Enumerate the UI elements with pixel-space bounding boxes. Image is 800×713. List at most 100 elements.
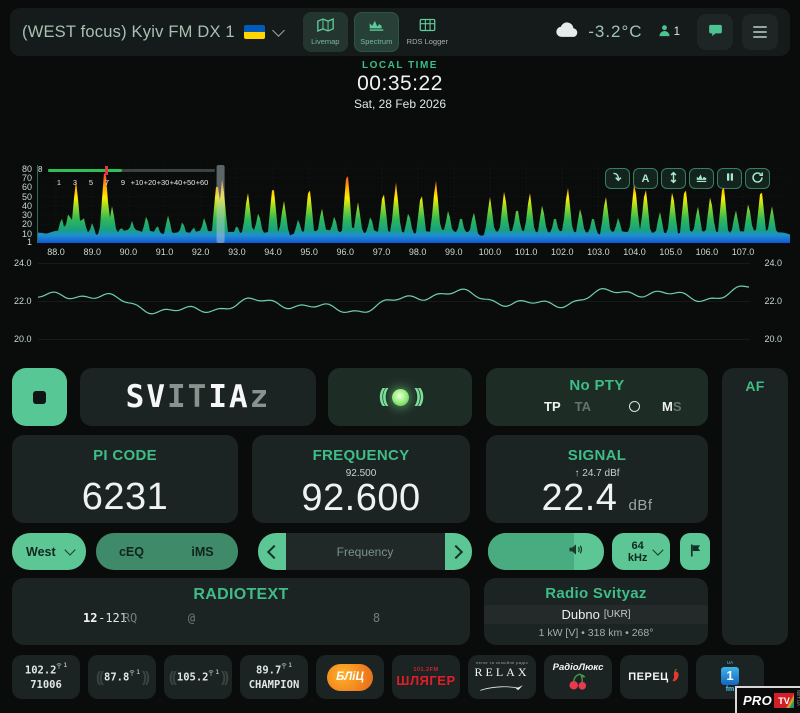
spectrum-graph-button[interactable] (689, 168, 714, 189)
frequency-tuner (258, 533, 472, 570)
ps-char: T (188, 379, 209, 415)
spectrum-analyzer: 80706050403020101 88.089.090.091.092.093… (0, 158, 800, 260)
spectrum-graph-icon (695, 172, 708, 186)
preset-pi-or-name: 71006 (30, 678, 62, 692)
volume-fill (488, 533, 574, 570)
volume-slider[interactable] (488, 533, 604, 570)
radiotext-label: RADIOTEXT (12, 586, 470, 604)
spectrum-x-tick: 93.0 (228, 247, 246, 257)
ims-button[interactable]: iMS (167, 533, 238, 570)
ceq-button[interactable]: cEQ (96, 533, 167, 570)
antenna-icon: 1 (281, 662, 292, 670)
nav-label: Livemap (311, 37, 339, 46)
stereo-indicator-panel: (( )) (328, 368, 472, 426)
preset-button-87.8[interactable]: ((87.81)) (88, 655, 156, 699)
signal-unit: dBf (629, 497, 653, 514)
spectrum-x-tick: 100.0 (479, 247, 502, 257)
spectrum-x-tick: 101.0 (515, 247, 538, 257)
radiotext-segment: 12 (83, 611, 97, 625)
antenna-icon: 1 (56, 662, 67, 670)
tune-down-button[interactable] (258, 533, 286, 570)
pause-button[interactable] (717, 168, 742, 189)
server-selector[interactable]: (WEST focus) Kyiv FM DX 1 (22, 23, 283, 42)
region-select[interactable]: West (12, 533, 86, 570)
arrows-vertical-button[interactable] (661, 168, 686, 189)
tune-up-button[interactable] (445, 533, 473, 570)
ta-flag: TA (575, 399, 591, 414)
ukraine-flag-icon (244, 25, 265, 39)
refresh-button[interactable] (745, 168, 770, 189)
arrow-down-curve-button[interactable] (605, 168, 630, 189)
listener-counter: 1 (658, 24, 680, 40)
preset-button-lux[interactable]: РадіоЛюкс (544, 655, 612, 699)
station-city-row: Dubno [UKR] (484, 605, 708, 624)
bandwidth-select[interactable]: 64 kHz (612, 533, 670, 570)
preset-button-blitz[interactable]: БЛіЦ (316, 655, 384, 699)
chevron-down-icon (272, 24, 285, 37)
ps-char: S (126, 379, 147, 415)
nav-rds-logger-button[interactable]: RDS Logger (405, 12, 450, 52)
pepper-icon (670, 669, 680, 685)
audio-stop-button[interactable] (12, 368, 67, 426)
ms-m-flag: M (662, 399, 673, 414)
spectrum-x-tick: 94.0 (264, 247, 282, 257)
stereo-dot-icon (392, 389, 409, 406)
chevron-down-icon (64, 544, 75, 555)
menu-button[interactable] (742, 14, 778, 50)
chat-button[interactable] (697, 14, 733, 50)
server-title: (WEST focus) Kyiv FM DX 1 (22, 23, 235, 42)
preset-button-perets[interactable]: ПЕРЕЦ (620, 655, 688, 699)
nav-livemap-button[interactable]: Livemap (303, 12, 348, 52)
radiotext-segment: 8 (373, 611, 380, 625)
slider-tick: 3 (73, 178, 77, 187)
flag-button[interactable] (680, 533, 710, 570)
ms-s-flag: S (673, 399, 682, 414)
preset-button-89.7[interactable]: 89.71CHAMPION (240, 655, 308, 699)
spectrum-x-tick: 99.0 (445, 247, 463, 257)
preset-button-105.2[interactable]: ((105.21)) (164, 655, 232, 699)
slider-tick: 1 (57, 178, 61, 187)
local-time-value: 00:35:22 (0, 72, 800, 96)
spectrum-x-tick: 91.0 (156, 247, 174, 257)
chart-icon (368, 18, 385, 35)
header-nav: Livemap Spectrum RDS Logger (303, 12, 450, 52)
nav-spectrum-button[interactable]: Spectrum (354, 12, 399, 52)
slider-value: 8 (38, 165, 42, 174)
frequency-input[interactable] (286, 533, 445, 570)
spectrum-x-tick: 98.0 (409, 247, 427, 257)
swoosh-icon (477, 680, 527, 695)
preset-button-102.2[interactable]: 102.2171006 (12, 655, 80, 699)
preset-button-shlyager[interactable]: 101.2FMШЛЯГЕР (392, 655, 460, 699)
slider-tick: +30 (157, 178, 170, 187)
station-name: Radio Svityaz (484, 585, 708, 602)
refresh-icon (751, 171, 764, 187)
rds-flags: TP TA M S (486, 399, 708, 414)
pi-code-panel: PI CODE 6231 (12, 435, 238, 523)
stereo-left-arcs-icon: (( (379, 386, 386, 408)
stereo-arcs-icon: (( (169, 669, 175, 686)
header-bar: (WEST focus) Kyiv FM DX 1 Livemap Spectru… (10, 8, 790, 56)
radiotext-segment: @ (188, 611, 195, 625)
local-time-block: LOCAL TIME 00:35:22 Sat, 28 Feb 2026 (0, 60, 800, 111)
spectrum-offset-slider[interactable]: 8 13579+10+20+30+40+50+60 (48, 167, 215, 189)
perets-fm-logo: ПЕРЕЦ (628, 669, 679, 685)
spectrum-x-tick: 104.0 (623, 247, 646, 257)
spectrum-x-tick: 96.0 (337, 247, 355, 257)
hamburger-menu-icon (753, 26, 767, 39)
preset-button-relax[interactable]: легке та спокійне радіоRELAX (468, 655, 536, 699)
slider-knob[interactable] (105, 166, 108, 175)
signal-value: 22.4 (541, 477, 617, 519)
af-list-panel: AF (722, 368, 788, 645)
frequency-panel: FREQUENCY 92.500 92.600 (252, 435, 470, 523)
cloud-icon (555, 22, 579, 43)
pi-code-value: 6231 (12, 478, 238, 516)
nav-label: RDS Logger (407, 37, 448, 46)
bandwidth-value: 64 kHz (621, 540, 654, 564)
spectrum-x-tick: 105.0 (659, 247, 682, 257)
auto-a-button[interactable]: A (633, 168, 658, 189)
chevron-left-icon (267, 544, 281, 558)
sig-mid-label-right: 22.0 (764, 296, 782, 306)
slider-tick: 7 (105, 178, 109, 187)
speaker-icon (568, 543, 585, 561)
spectrum-x-tick: 107.0 (732, 247, 755, 257)
